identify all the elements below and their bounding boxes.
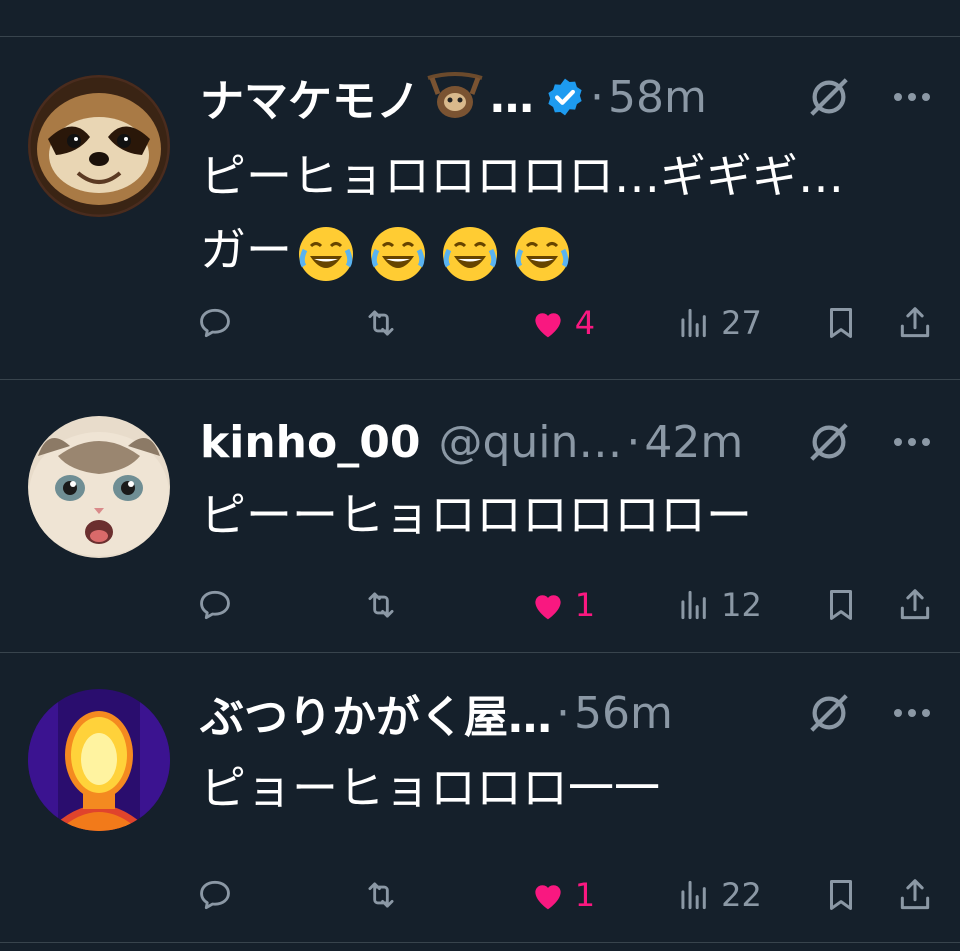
- more-icon[interactable]: [892, 91, 932, 103]
- view-count: 22: [721, 876, 762, 914]
- timestamp[interactable]: 56m: [574, 688, 673, 739]
- action-bar: 1 22: [196, 873, 934, 917]
- joy-emoji: [371, 226, 425, 281]
- reply-icon: [200, 590, 230, 620]
- display-name[interactable]: ぶつりかがく屋…: [200, 681, 552, 745]
- display-name[interactable]: ナマケモノ: [200, 65, 420, 129]
- retweet-button[interactable]: [362, 304, 492, 342]
- grok-icon[interactable]: [806, 690, 852, 736]
- tweet-text: ピーヒョロロロロロ…ギギギ… ガー: [200, 139, 930, 287]
- tweet-text-line: ピーヒョロロロロロ…ギギギ…: [200, 149, 844, 203]
- top-divider: [0, 0, 960, 37]
- separator-dot: ·: [626, 416, 641, 468]
- joy-emoji: [299, 226, 353, 281]
- timestamp[interactable]: 58m: [608, 72, 707, 123]
- grok-icon[interactable]: [806, 74, 852, 120]
- view-count: 12: [721, 586, 762, 624]
- like-button[interactable]: 1: [529, 586, 639, 624]
- bookmark-button[interactable]: [822, 876, 860, 914]
- more-icon[interactable]: [892, 707, 932, 719]
- share-icon: [900, 589, 930, 620]
- tweet-header: ぶつりかがく屋… · 56m: [200, 683, 932, 743]
- display-name[interactable]: kinho_00: [200, 417, 420, 468]
- views-icon: [681, 880, 706, 910]
- user-handle[interactable]: @quin…: [438, 417, 622, 468]
- like-button[interactable]: 1: [529, 876, 639, 914]
- avatar[interactable]: [28, 689, 170, 831]
- like-count: 1: [574, 876, 596, 914]
- heart-icon: [535, 885, 561, 910]
- reply-tweet[interactable]: ナマケモノ … · 58m ピーヒョロロロロロ…ギギギ… ガー 4 27: [0, 37, 960, 380]
- avatar[interactable]: [28, 416, 170, 558]
- separator-dot: ·: [556, 687, 570, 739]
- avatar[interactable]: [28, 75, 170, 217]
- grok-icon[interactable]: [806, 419, 852, 465]
- reply-button[interactable]: [196, 586, 326, 624]
- retweet-button[interactable]: [362, 876, 492, 914]
- action-bar: 4 27: [196, 301, 934, 345]
- tweet-text: ピョーヒョロロロ一一: [200, 761, 660, 815]
- bookmark-icon: [829, 880, 852, 910]
- retweet-icon: [368, 882, 394, 908]
- share-button[interactable]: [896, 304, 934, 342]
- retweet-icon: [368, 310, 394, 336]
- retweet-icon: [368, 592, 394, 618]
- reply-tweet[interactable]: ぶつりかがく屋… · 56m ピョーヒョロロロ一一 1 22: [0, 653, 960, 943]
- emoji-group: [296, 224, 572, 284]
- tweet-header: ナマケモノ … · 58m: [200, 67, 932, 127]
- joy-emoji: [515, 226, 569, 281]
- tweet-header: kinho_00 @quin… · 42m: [200, 412, 932, 472]
- view-count: 27: [721, 304, 762, 342]
- reply-button[interactable]: [196, 304, 326, 342]
- bookmark-icon: [829, 590, 852, 620]
- like-button[interactable]: 4: [529, 304, 639, 342]
- separator-dot: ·: [590, 71, 604, 123]
- bookmark-icon: [829, 308, 852, 338]
- views-button[interactable]: 27: [675, 304, 785, 342]
- views-button[interactable]: 12: [675, 586, 785, 624]
- reply-button[interactable]: [196, 876, 326, 914]
- action-bar: 1 12: [196, 583, 934, 627]
- retweet-button[interactable]: [362, 586, 492, 624]
- heart-icon: [535, 313, 561, 338]
- heart-icon: [535, 595, 561, 620]
- like-count: 1: [574, 586, 596, 624]
- more-icon[interactable]: [892, 436, 932, 448]
- timestamp[interactable]: 42m: [644, 417, 743, 468]
- views-icon: [681, 308, 706, 338]
- tweet-text: ピーーヒョロロロロロロー: [200, 488, 752, 542]
- bookmark-button[interactable]: [822, 304, 860, 342]
- share-button[interactable]: [896, 876, 934, 914]
- joy-emoji: [443, 226, 497, 281]
- views-icon: [681, 590, 706, 620]
- name-ellipsis: …: [490, 71, 534, 123]
- tweet-text-line: ガー: [200, 213, 930, 287]
- bookmark-button[interactable]: [822, 586, 860, 624]
- reply-icon: [200, 308, 230, 338]
- views-button[interactable]: 22: [675, 876, 785, 914]
- sloth-emoji: [427, 72, 483, 118]
- verified-badge-icon: [548, 78, 582, 116]
- like-count: 4: [574, 304, 596, 342]
- share-icon: [900, 879, 930, 910]
- tweet-text-fragment: ガー: [200, 223, 292, 277]
- share-button[interactable]: [896, 586, 934, 624]
- reply-tweet[interactable]: kinho_00 @quin… · 42m ピーーヒョロロロロロロー 1 12: [0, 380, 960, 653]
- share-icon: [900, 307, 930, 338]
- reply-icon: [200, 880, 230, 910]
